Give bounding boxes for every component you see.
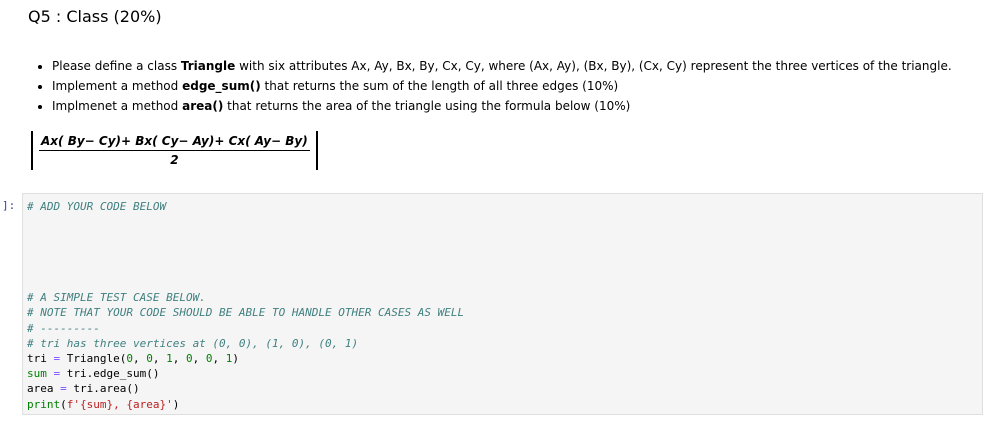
instructions-list: Please define a class Triangle with six … xyxy=(22,56,952,116)
method-name-bold: area() xyxy=(182,99,224,113)
code-operator: = xyxy=(53,367,61,381)
cell-prompt: ]: xyxy=(2,199,16,212)
instruction-define-class: Please define a class Triangle with six … xyxy=(52,56,952,76)
code-number: 0 xyxy=(126,352,133,366)
code-operator: = xyxy=(60,382,67,396)
class-name-bold: Triangle xyxy=(180,59,236,73)
code-call: tri.area() xyxy=(73,382,140,396)
instruction-text: Please define a class xyxy=(52,59,181,73)
code-call: Triangle( xyxy=(66,352,127,366)
code-editor[interactable]: # ADD YOUR CODE BELOW # A SIMPLE TEST CA… xyxy=(27,199,464,412)
instruction-text: with six attributes Ax, Ay, Bx, By, Cx, … xyxy=(235,59,952,73)
code-var: area xyxy=(27,382,54,396)
code-comment: # --------- xyxy=(27,321,100,335)
instruction-text: Implement a method xyxy=(52,79,183,93)
code-number: 0 xyxy=(185,352,193,366)
code-comment: # A SIMPLE TEST CASE BELOW. xyxy=(27,291,206,305)
code-builtin: print xyxy=(27,397,61,411)
code-paren: ) xyxy=(172,397,180,411)
instruction-text: that returns the area of the triangle us… xyxy=(223,99,631,113)
formula-numerator: Ax( By− Cy)+ Bx( Cy− Ay)+ Cx( Ay− By) xyxy=(39,131,310,151)
code-var: sum xyxy=(27,367,47,381)
code-comment: # ADD YOUR CODE BELOW xyxy=(27,200,167,213)
code-cell[interactable]: # ADD YOUR CODE BELOW # A SIMPLE TEST CA… xyxy=(22,193,983,415)
instruction-area: Implmenet a method area() that returns t… xyxy=(52,96,952,116)
code-operator: = xyxy=(53,352,61,366)
instruction-text: Implmenet a method xyxy=(52,99,183,113)
method-name-bold: edge_sum() xyxy=(182,79,261,93)
code-string: f'{sum}, {area}' xyxy=(66,397,173,411)
code-call: tri.edge_sum() xyxy=(66,367,160,381)
area-formula: Ax( By− Cy)+ Bx( Cy− Ay)+ Cx( Ay− By) 2 xyxy=(31,131,318,170)
code-number: 0 xyxy=(205,352,213,366)
question-title: Q5 : Class (20%) xyxy=(28,7,162,26)
code-var: tri xyxy=(27,352,47,366)
code-paren: ( xyxy=(60,397,67,411)
code-number: 1 xyxy=(166,352,173,366)
code-comment: # tri has three vertices at (0, 0), (1, … xyxy=(27,336,359,350)
code-comment: # NOTE THAT YOUR CODE SHOULD BE ABLE TO … xyxy=(27,306,465,320)
formula-denominator: 2 xyxy=(170,153,179,167)
instruction-text: that returns the sum of the length of al… xyxy=(260,79,619,93)
instruction-edge-sum: Implement a method edge_sum() that retur… xyxy=(52,76,952,96)
code-number: 0 xyxy=(146,352,153,366)
code-paren: ) xyxy=(232,352,239,366)
